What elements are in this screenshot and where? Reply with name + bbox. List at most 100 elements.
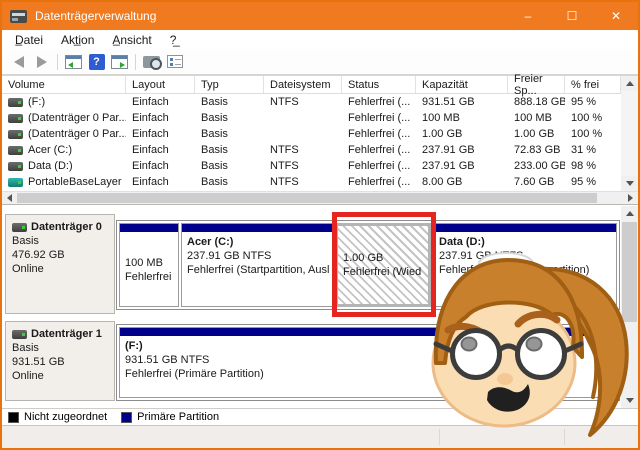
scroll-up-icon[interactable] bbox=[621, 206, 638, 221]
scroll-down-icon[interactable] bbox=[621, 176, 638, 191]
cell: Einfach bbox=[126, 158, 195, 174]
menu-datei[interactable]: D̲atei bbox=[6, 33, 52, 47]
partition-color-bar bbox=[434, 224, 616, 233]
cell: 931.51 GB bbox=[416, 94, 508, 110]
partition-title: Acer (C:) bbox=[187, 235, 327, 249]
export-list-icon bbox=[143, 56, 160, 68]
window-title: Datenträgerverwaltung bbox=[35, 9, 156, 23]
partition-status: Fehlerfrei bbox=[125, 270, 173, 284]
help-icon: ? bbox=[89, 54, 105, 70]
cell: 31 % bbox=[565, 142, 621, 158]
disk1-info-panel[interactable]: Datenträger 1 Basis 931.51 GB Online bbox=[5, 321, 115, 401]
table-row[interactable]: Data (D:) Einfach Basis NTFS Fehlerfrei … bbox=[2, 158, 638, 174]
unallocated-swatch bbox=[8, 412, 19, 423]
maximize-button[interactable]: ☐ bbox=[550, 2, 594, 30]
partition-size: 237.91 GB NTFS bbox=[187, 249, 327, 263]
horizontal-scrollbar[interactable] bbox=[2, 191, 638, 204]
col-prozent-frei[interactable]: % frei bbox=[565, 76, 621, 93]
cell: Fehlerfrei (... bbox=[342, 110, 416, 126]
cell: NTFS bbox=[264, 158, 342, 174]
export-list-button[interactable] bbox=[140, 51, 163, 72]
volume-name: (Datenträger 0 Par... bbox=[28, 128, 126, 140]
help-button[interactable]: ? bbox=[85, 51, 108, 72]
col-kapazitaet[interactable]: Kapazität bbox=[416, 76, 508, 93]
table-row[interactable]: PortableBaseLayer Einfach Basis NTFS Feh… bbox=[2, 174, 638, 190]
disk1-name: Datenträger 1 bbox=[31, 327, 102, 341]
volume-name: Acer (C:) bbox=[28, 144, 72, 156]
cell: 100 MB bbox=[416, 110, 508, 126]
menu-hilfe[interactable]: ?̲ bbox=[161, 33, 186, 47]
menu-ansicht[interactable]: A̲nsicht bbox=[103, 33, 160, 47]
disk-icon bbox=[12, 330, 27, 339]
cell: 237.91 GB bbox=[416, 142, 508, 158]
col-volume[interactable]: Volume bbox=[2, 76, 126, 93]
properties-icon bbox=[167, 55, 183, 68]
disk0-name: Datenträger 0 bbox=[31, 220, 102, 234]
cell: 8.00 GB bbox=[416, 174, 508, 190]
cell: Einfach bbox=[126, 174, 195, 190]
col-typ[interactable]: Typ bbox=[195, 76, 264, 93]
col-layout[interactable]: Layout bbox=[126, 76, 195, 93]
cell: Einfach bbox=[126, 110, 195, 126]
toolbar-separator bbox=[57, 54, 58, 70]
cell: Fehlerfrei (... bbox=[342, 126, 416, 142]
scroll-right-icon[interactable] bbox=[623, 192, 638, 204]
col-freier-speicher[interactable]: Freier Sp... bbox=[508, 76, 565, 93]
col-dateisystem[interactable]: Dateisystem bbox=[264, 76, 342, 93]
disk1-size: 931.51 GB bbox=[12, 355, 108, 369]
volume-list-scrollbar[interactable] bbox=[621, 76, 638, 191]
red-highlight-box bbox=[332, 212, 436, 317]
confused-woman-with-glasses-emoji bbox=[424, 251, 640, 450]
back-button[interactable] bbox=[7, 51, 30, 72]
cell: Basis bbox=[195, 174, 264, 190]
disk0-status: Online bbox=[12, 262, 108, 276]
scroll-up-icon[interactable] bbox=[621, 76, 638, 91]
cell: Einfach bbox=[126, 126, 195, 142]
disk1-type: Basis bbox=[12, 341, 108, 355]
action-pane-icon bbox=[111, 55, 128, 69]
cell: Basis bbox=[195, 142, 264, 158]
show-console-tree-button[interactable] bbox=[62, 51, 85, 72]
back-icon bbox=[14, 56, 24, 68]
disk0-partition-system[interactable]: 100 MB Fehlerfrei bbox=[119, 223, 179, 307]
table-row[interactable]: (Datenträger 0 Par... Einfach Basis Fehl… bbox=[2, 110, 638, 126]
cell: 98 % bbox=[565, 158, 621, 174]
volume-table-header: Volume Layout Typ Dateisystem Status Kap… bbox=[2, 76, 638, 94]
minimize-button[interactable]: – bbox=[506, 2, 550, 30]
cell: Fehlerfrei (... bbox=[342, 142, 416, 158]
disk0-type: Basis bbox=[12, 234, 108, 248]
table-row[interactable]: Acer (C:) Einfach Basis NTFS Fehlerfrei … bbox=[2, 142, 638, 158]
disk0-info-panel[interactable]: Datenträger 0 Basis 476.92 GB Online bbox=[5, 214, 115, 314]
col-status[interactable]: Status bbox=[342, 76, 416, 93]
disk1-status: Online bbox=[12, 369, 108, 383]
cell: NTFS bbox=[264, 174, 342, 190]
cell: 1.00 GB bbox=[416, 126, 508, 142]
table-row[interactable]: (F:) Einfach Basis NTFS Fehlerfrei (... … bbox=[2, 94, 638, 110]
close-button[interactable]: ✕ bbox=[594, 2, 638, 30]
cell: 100 % bbox=[565, 110, 621, 126]
cell bbox=[264, 126, 342, 142]
partition-color-bar bbox=[182, 224, 332, 233]
cell: 72.83 GB bbox=[508, 142, 565, 158]
partition-title: Data (D:) bbox=[439, 235, 611, 249]
forward-button[interactable] bbox=[30, 51, 53, 72]
volume-name: (F:) bbox=[28, 96, 45, 108]
properties-button[interactable] bbox=[163, 51, 186, 72]
scroll-left-icon[interactable] bbox=[2, 192, 17, 204]
partition-size: 100 MB bbox=[125, 256, 173, 270]
cell: 100 % bbox=[565, 126, 621, 142]
legend-unallocated: Nicht zugeordnet bbox=[8, 411, 107, 423]
volume-icon bbox=[8, 130, 23, 139]
table-row[interactable]: (Datenträger 0 Par... Einfach Basis Fehl… bbox=[2, 126, 638, 142]
partition-color-bar bbox=[120, 224, 178, 233]
cell: Basis bbox=[195, 158, 264, 174]
disk-icon bbox=[12, 223, 27, 232]
cell: Einfach bbox=[126, 142, 195, 158]
scrollbar-thumb[interactable] bbox=[17, 193, 597, 203]
volume-name: Data (D:) bbox=[28, 160, 73, 172]
show-action-pane-button[interactable] bbox=[108, 51, 131, 72]
menu-aktion[interactable]: Akt̲ion bbox=[52, 33, 103, 47]
disk0-partition-c[interactable]: Acer (C:) 237.91 GB NTFS Fehlerfrei (Sta… bbox=[181, 223, 333, 307]
cell: Fehlerfrei (... bbox=[342, 158, 416, 174]
volume-icon bbox=[8, 98, 23, 107]
